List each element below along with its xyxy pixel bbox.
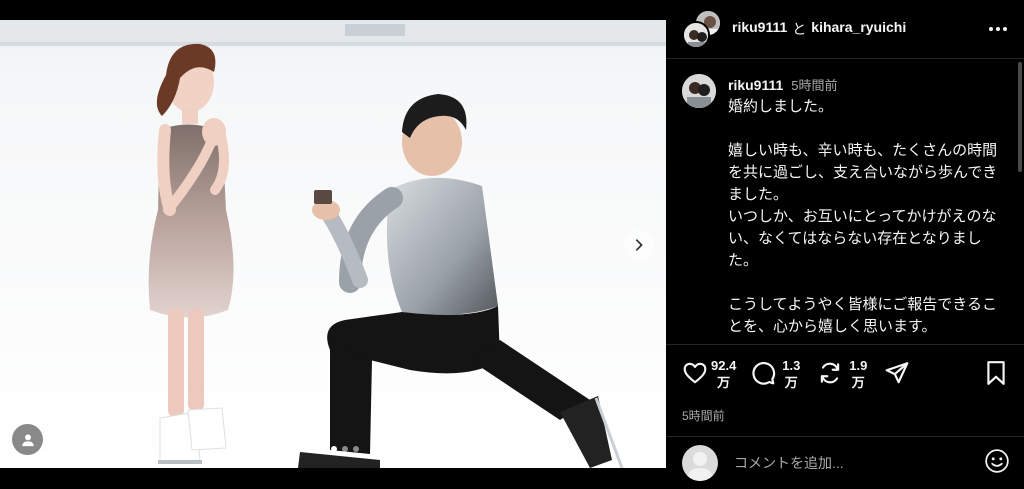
repost-count[interactable]: 1.9 万 xyxy=(846,357,870,391)
caption-text: 婚約しました。 嬉しい時も、辛い時も、たくさんの時間を共に過ごし、支え合いながら… xyxy=(728,98,998,335)
save-button[interactable] xyxy=(984,357,1008,386)
user-tag-button[interactable] xyxy=(12,424,43,455)
comment-input[interactable] xyxy=(734,455,984,471)
comment-icon xyxy=(752,362,776,385)
caption-avatar[interactable] xyxy=(682,74,716,108)
caption-time: 5時間前 xyxy=(791,78,838,93)
like-button[interactable]: 92.4 万 xyxy=(682,357,736,391)
collab-avatars[interactable] xyxy=(682,9,722,49)
chevron-right-icon xyxy=(635,239,643,251)
collab-usernames: riku9111 と kihara_ryuichi xyxy=(732,19,906,39)
more-horizontal-icon xyxy=(989,27,1007,31)
comment-count[interactable]: 1.3 万 xyxy=(779,357,803,391)
comment-bar xyxy=(666,436,1024,489)
bookmark-icon xyxy=(987,361,1005,385)
carousel-dot xyxy=(342,446,348,452)
post-media[interactable] xyxy=(0,0,666,489)
smiley-icon xyxy=(985,448,1009,473)
post-timestamp: 5時間前 xyxy=(682,409,725,423)
user-icon xyxy=(21,433,34,446)
avatar xyxy=(682,21,710,49)
avatar xyxy=(682,445,718,481)
repost-icon xyxy=(821,362,840,384)
emoji-button[interactable] xyxy=(984,448,1010,479)
more-options-button[interactable] xyxy=(986,17,1010,41)
share-button[interactable] xyxy=(884,357,910,386)
post-photo xyxy=(0,20,666,468)
action-bar: 92.4 万 1.3 万 1.9 万 5時間前 xyxy=(666,344,1024,428)
post-viewer: riku9111 と kihara_ryuichi riku9111 5時間前 xyxy=(0,0,1024,489)
header-separator: と xyxy=(792,21,807,37)
header-username-2[interactable]: kihara_ryuichi xyxy=(811,19,906,39)
post-side-panel: riku9111 と kihara_ryuichi riku9111 5時間前 xyxy=(666,0,1024,489)
header-username-1[interactable]: riku9111 xyxy=(732,19,787,39)
carousel-dot xyxy=(331,446,337,452)
like-count[interactable]: 92.4 万 xyxy=(711,357,736,391)
caption: riku9111 5時間前 婚約しました。 嬉しい時も、辛い時も、たくさんの時間… xyxy=(682,70,1008,344)
carousel-dot xyxy=(353,446,359,452)
post-header: riku9111 と kihara_ryuichi xyxy=(666,0,1024,59)
caption-username[interactable]: riku9111 xyxy=(728,75,783,95)
repost-button[interactable]: 1.9 万 xyxy=(817,357,870,391)
carousel-indicator xyxy=(331,446,359,452)
caption-area[interactable]: riku9111 5時間前 婚約しました。 嬉しい時も、辛い時も、たくさんの時間… xyxy=(666,70,1024,344)
send-icon xyxy=(885,362,909,384)
carousel-next-button[interactable] xyxy=(624,230,654,260)
heart-icon xyxy=(683,362,707,384)
comment-button[interactable]: 1.3 万 xyxy=(750,357,803,391)
caption-scrollbar[interactable] xyxy=(1018,62,1022,172)
